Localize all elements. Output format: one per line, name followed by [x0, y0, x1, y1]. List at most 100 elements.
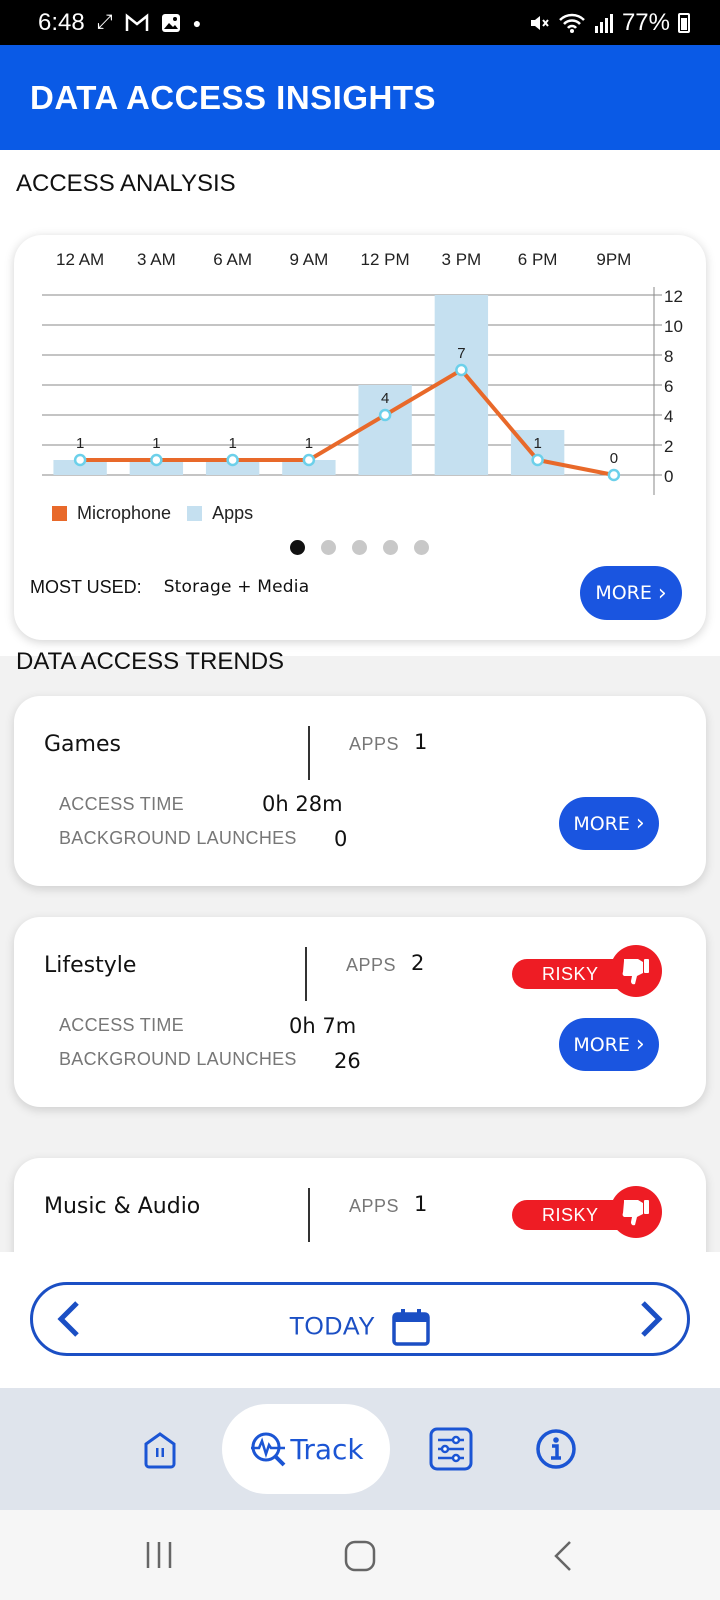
info-icon[interactable]	[535, 1428, 577, 1470]
image-icon	[161, 13, 180, 32]
trend-card-lifestyle[interactable]: Lifestyle APPS 2 RISKY ACCESS TIME 0h 7m…	[14, 917, 706, 1107]
data-label: 1	[228, 435, 236, 452]
thumbs-down-icon	[610, 945, 662, 997]
y-tick-label: 2	[664, 437, 673, 456]
access-chart: 02468101212 AM 3 AM 6 AM 9 AM 12 PM 3 PM 6 PM 9…	[42, 250, 683, 495]
dot-icon: ●	[192, 14, 202, 31]
chart-legend: Microphone Apps	[52, 503, 253, 524]
y-tick-label: 8	[664, 347, 673, 366]
games-more-button[interactable]: MORE ›	[559, 797, 659, 850]
more-button-label: MORE	[573, 1033, 630, 1056]
access-analysis-title: ACCESS ANALYSIS	[16, 170, 236, 197]
x-tick-label: 6 AM	[213, 250, 252, 269]
filters-icon[interactable]	[428, 1426, 474, 1472]
wifi-icon	[559, 13, 585, 33]
data-label: 4	[381, 390, 389, 407]
pager-dot[interactable]	[290, 540, 305, 555]
divider	[308, 726, 310, 780]
track-tab[interactable]: Track	[222, 1404, 390, 1494]
chart-pager[interactable]	[290, 540, 429, 555]
trend-card-games[interactable]: Games APPS 1 ACCESS TIME 0h 28m BACKGROU…	[14, 696, 706, 886]
data-label: 7	[457, 345, 465, 362]
apps-count: 2	[411, 951, 425, 975]
background-launches-value: 0	[334, 827, 348, 851]
apps-count: 1	[414, 730, 428, 754]
apps-label: APPS	[349, 734, 400, 754]
y-tick-label: 6	[664, 377, 673, 396]
x-tick-label: 9 AM	[290, 250, 329, 269]
home-icon[interactable]	[140, 1430, 180, 1470]
y-tick-label: 0	[664, 467, 673, 486]
trend-category: Lifestyle	[44, 953, 137, 978]
back-icon[interactable]	[552, 1540, 574, 1572]
more-button-label: MORE	[573, 812, 630, 835]
bottom-nav: Track	[0, 1388, 720, 1510]
point-microphone	[531, 453, 544, 467]
point-microphone	[150, 453, 163, 467]
chevron-right-icon[interactable]	[637, 1299, 667, 1339]
more-button-label: MORE	[595, 582, 652, 604]
background-launches-label: BACKGROUND LAUNCHES	[59, 828, 297, 848]
pager-dot[interactable]	[321, 540, 336, 555]
signal-icon	[594, 13, 613, 33]
gmail-icon	[125, 12, 148, 31]
x-tick-label: 9PM	[596, 250, 631, 269]
apps-label: APPS	[346, 955, 397, 975]
lifestyle-more-button[interactable]: MORE ›	[559, 1018, 659, 1071]
most-used-value: Storage + Media	[163, 577, 310, 597]
mute-icon	[530, 15, 549, 30]
apps-label: APPS	[349, 1196, 400, 1216]
point-microphone	[73, 453, 87, 467]
chevron-right-icon: ›	[635, 811, 645, 836]
y-tick-label: 12	[664, 287, 683, 306]
risky-label: RISKY	[542, 963, 599, 984]
analysis-more-button[interactable]: MORE ›	[580, 566, 682, 620]
legend-label-microphone: Microphone	[77, 503, 172, 523]
data-label: 0	[610, 450, 618, 467]
point-microphone	[302, 453, 316, 467]
most-used-label: MOST USED:	[30, 577, 142, 597]
background-launches-value: 26	[334, 1049, 361, 1073]
access-time-value: 0h 7m	[289, 1014, 357, 1038]
point-microphone	[455, 363, 468, 377]
app-header: DATA ACCESS INSIGHTS	[0, 45, 720, 150]
chevron-right-icon: ›	[657, 580, 667, 606]
today-button[interactable]: TODAY	[33, 1307, 687, 1347]
thumbs-down-icon	[610, 1186, 662, 1238]
status-time: 6:48	[38, 8, 85, 36]
chevron-right-icon: ›	[635, 1032, 645, 1057]
x-tick-label: 12 AM	[56, 250, 104, 269]
data-label: 1	[152, 435, 160, 452]
recents-icon[interactable]	[144, 1540, 174, 1570]
point-microphone	[226, 453, 239, 467]
today-label: TODAY	[289, 1312, 376, 1341]
data-label: 1	[533, 435, 541, 452]
trend-card-music-audio[interactable]: Music & Audio APPS 1 RISKY	[14, 1158, 706, 1252]
main-content[interactable]: ACCESS ANALYSIS 0 2 4 6 8 10 12 12 AM 3 AM 6 AM 9 …	[0, 150, 720, 1252]
access-analysis-card[interactable]: 0 2 4 6 8 10 12 12 AM 3 AM 6 AM 9 AM 12 PM 3 PM 6 PM 9…	[14, 235, 706, 640]
y-tick-label: 4	[664, 407, 673, 426]
pager-dot[interactable]	[414, 540, 429, 555]
date-navigator: TODAY	[0, 1252, 720, 1388]
apps-count: 1	[414, 1192, 428, 1216]
background-launches-label: BACKGROUND LAUNCHES	[59, 1049, 297, 1069]
x-tick-label: 3 AM	[137, 250, 176, 269]
page-title: DATA ACCESS INSIGHTS	[30, 78, 437, 116]
access-time-value: 0h 28m	[262, 792, 343, 816]
sync-icon: ⤢	[96, 11, 113, 33]
battery-percent: 77%	[621, 8, 670, 36]
risky-label: RISKY	[542, 1204, 599, 1225]
x-tick-label: 3 PM	[442, 250, 482, 269]
pager-dot[interactable]	[352, 540, 367, 555]
access-time-label: ACCESS TIME	[59, 1015, 184, 1035]
track-icon	[251, 1432, 286, 1467]
trends-title: DATA ACCESS TRENDS	[16, 648, 285, 675]
bar-apps	[434, 295, 489, 475]
pager-dot[interactable]	[383, 540, 398, 555]
status-bar: 6:48 ⤢ ● 77%	[0, 0, 720, 45]
battery-icon	[678, 12, 690, 33]
point-microphone	[378, 408, 392, 422]
home-button-icon[interactable]	[344, 1540, 376, 1572]
access-time-label: ACCESS TIME	[59, 794, 184, 814]
calendar-icon	[392, 1309, 430, 1346]
